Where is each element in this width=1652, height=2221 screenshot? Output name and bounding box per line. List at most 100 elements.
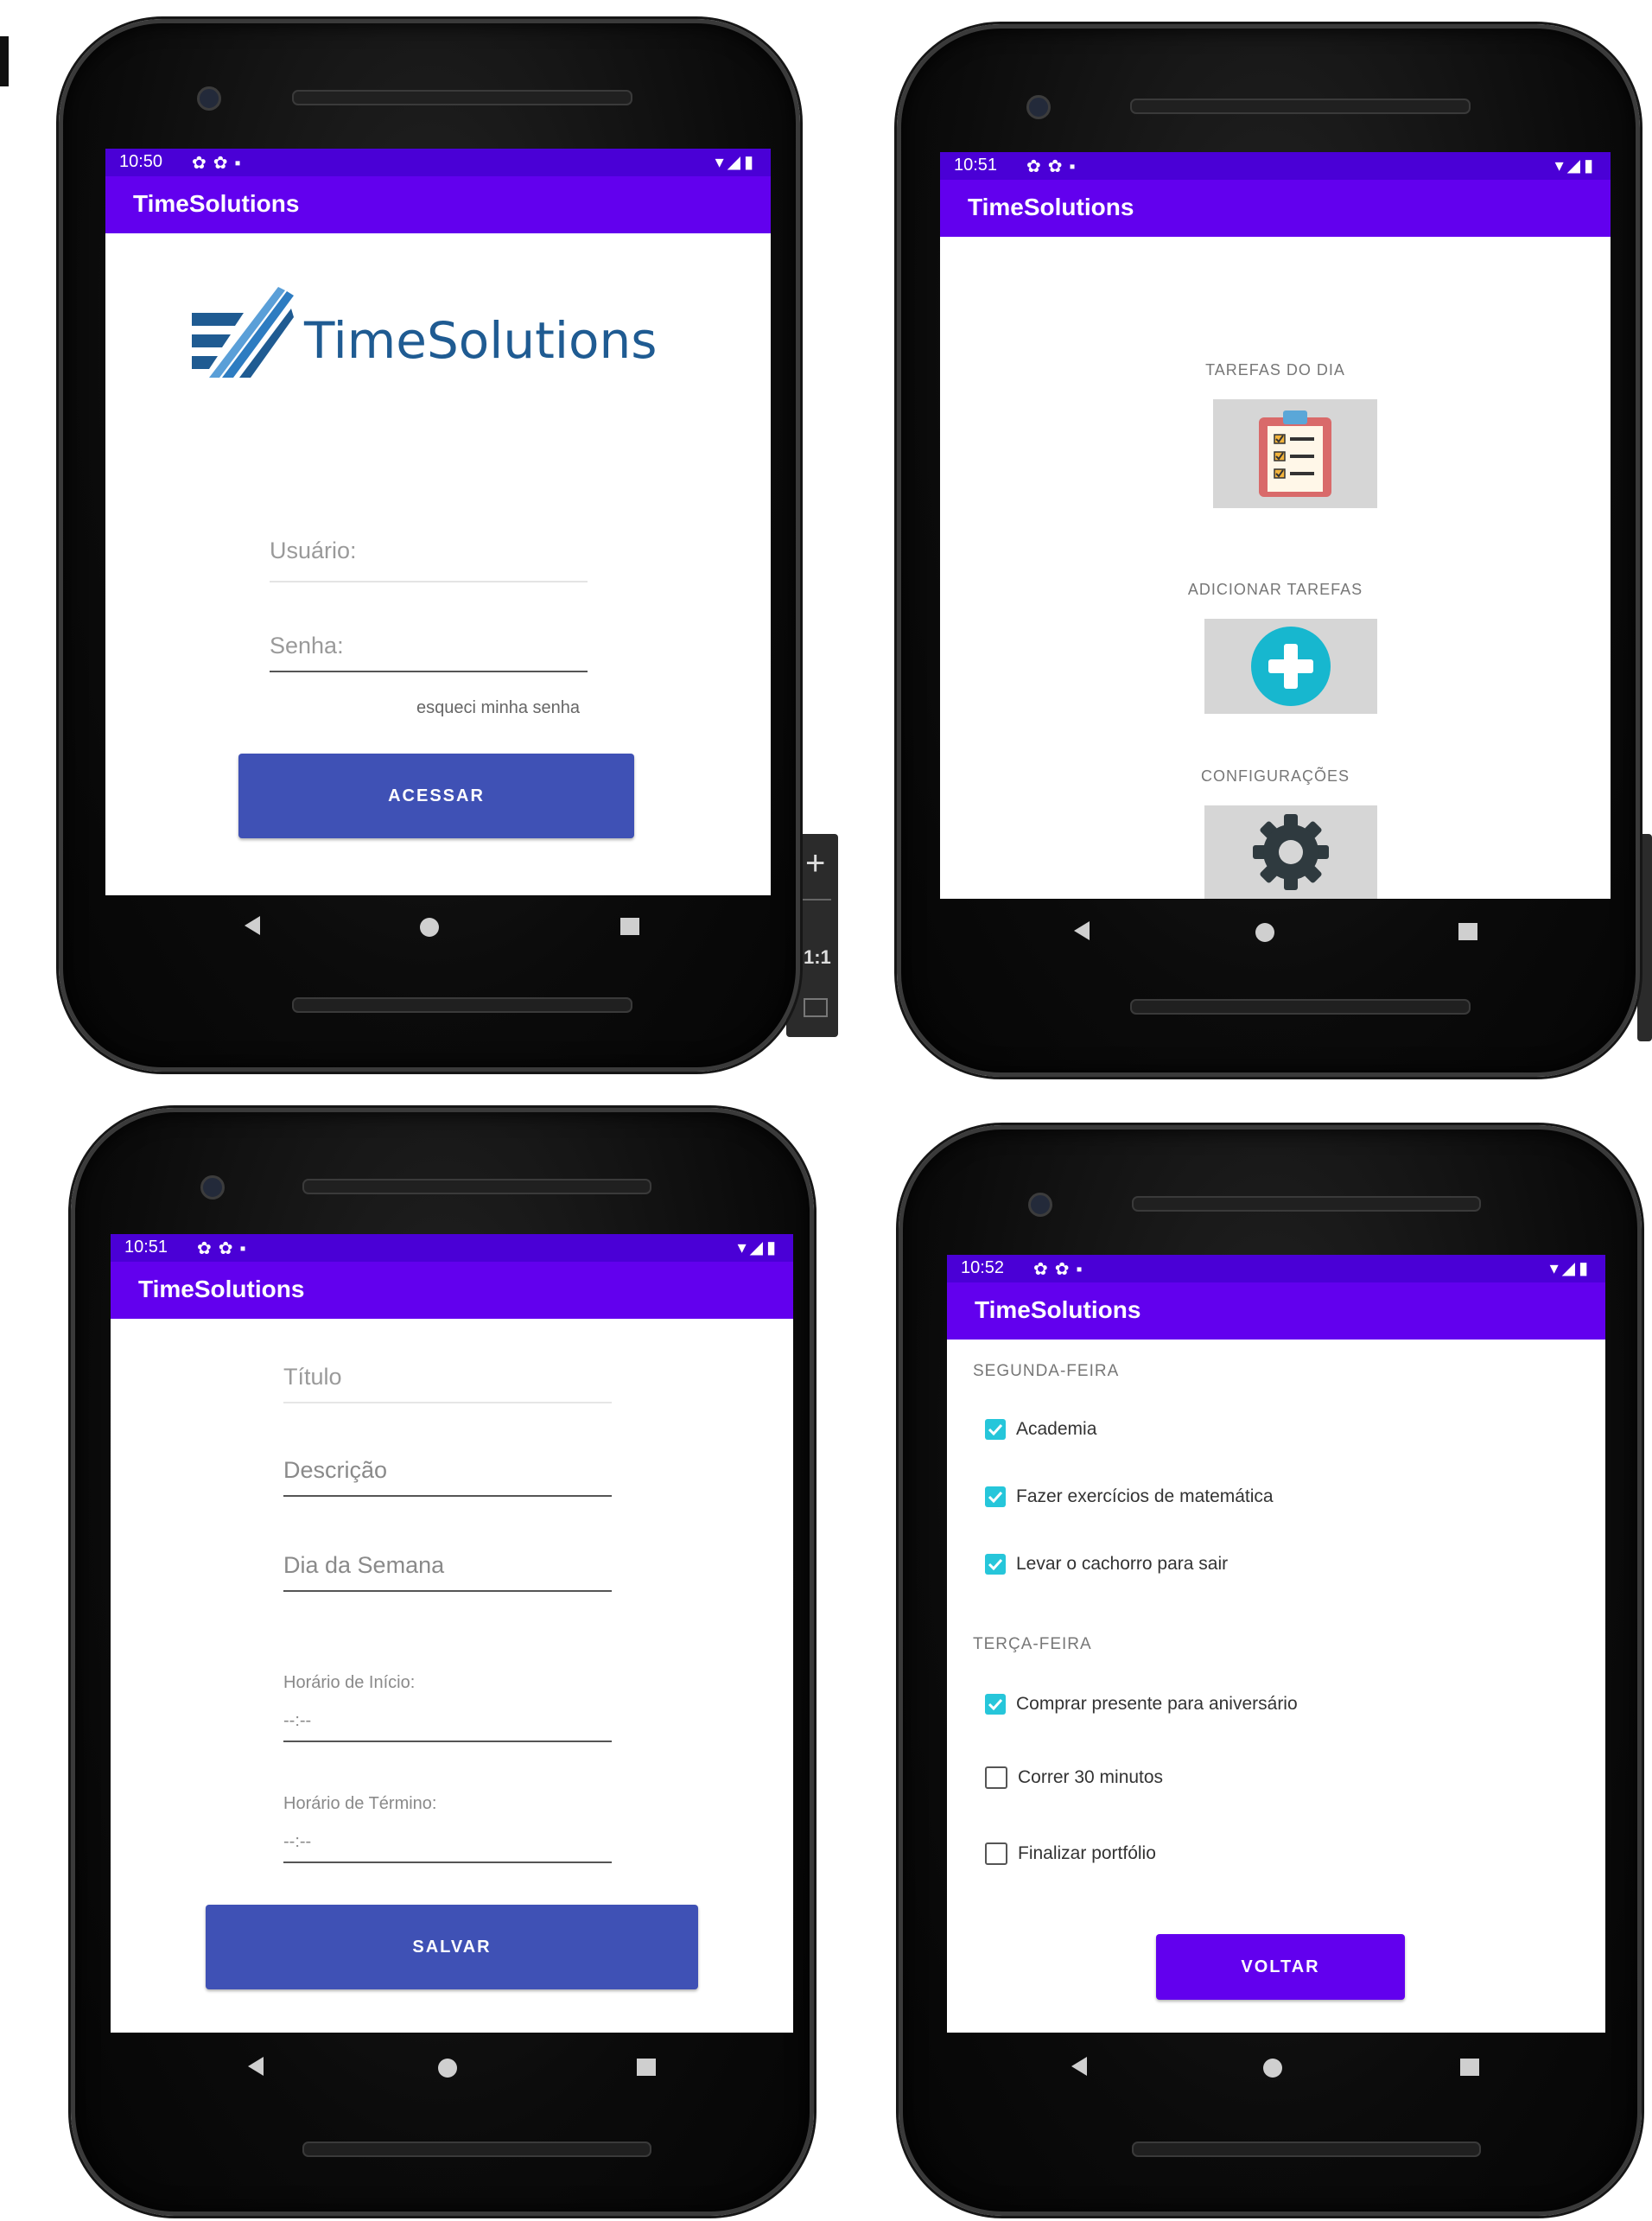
app-bar: TimeSolutions xyxy=(111,1262,793,1319)
daily-tasks-button[interactable] xyxy=(1213,399,1377,508)
task-label: Finalizar portfólio xyxy=(1018,1843,1156,1863)
task-item[interactable]: Fazer exercícios de matemática xyxy=(985,1486,1274,1507)
status-notification-icons: ✿✿▪ xyxy=(1026,157,1083,176)
screen-task-list: 10:52 ✿✿▪ ▾◢▮ TimeSolutions SEGUNDA-FEIR… xyxy=(947,1255,1605,2033)
app-title: TimeSolutions xyxy=(138,1276,305,1302)
home-nav-icon[interactable] xyxy=(1255,923,1274,942)
back-nav-icon[interactable] xyxy=(1074,921,1090,940)
app-title: TimeSolutions xyxy=(975,1296,1141,1323)
username-input[interactable]: Usuário: xyxy=(270,538,357,564)
status-bar: 10:50 ✿✿▪ ▾◢▮ xyxy=(105,149,771,176)
recent-apps-icon[interactable] xyxy=(1460,2059,1479,2076)
menu-label-settings: CONFIGURAÇÕES xyxy=(1200,767,1350,785)
description-underline xyxy=(283,1495,612,1497)
task-item[interactable]: Finalizar portfólio xyxy=(985,1842,1156,1865)
app-bar: TimeSolutions xyxy=(947,1282,1605,1340)
checkbox-checked-icon[interactable] xyxy=(985,1554,1006,1575)
task-item[interactable]: Academia xyxy=(985,1419,1096,1440)
checkbox-checked-icon[interactable] xyxy=(985,1486,1006,1507)
task-label: Fazer exercícios de matemática xyxy=(1016,1486,1274,1506)
back-nav-icon[interactable] xyxy=(245,916,260,935)
status-bar: 10:51 ✿✿▪ ▾◢▮ xyxy=(940,152,1611,180)
start-time-input[interactable]: --:-- xyxy=(283,1711,311,1731)
top-speaker xyxy=(1130,99,1471,114)
checkbox-unchecked-icon[interactable] xyxy=(985,1766,1007,1789)
phone-login: 10:50 ✿✿▪ ▾◢▮ TimeSolutions TimeSolution… xyxy=(59,19,800,1072)
task-label: Correr 30 minutos xyxy=(1018,1767,1164,1787)
toolbar-divider xyxy=(797,899,831,900)
front-camera-icon xyxy=(1028,1193,1052,1217)
checkbox-unchecked-icon[interactable] xyxy=(985,1842,1007,1865)
home-nav-icon[interactable] xyxy=(1263,2059,1282,2078)
recent-apps-icon[interactable] xyxy=(1458,923,1477,940)
section-monday: SEGUNDA-FEIRA xyxy=(973,1362,1120,1380)
start-time-label: Horário de Início: xyxy=(283,1673,416,1692)
title-input[interactable]: Título xyxy=(283,1364,342,1391)
add-tasks-button[interactable] xyxy=(1204,619,1377,714)
status-time: 10:52 xyxy=(961,1258,1005,1277)
screen-menu: 10:51 ✿✿▪ ▾◢▮ TimeSolutions TAREFAS DO D… xyxy=(940,152,1611,899)
front-camera-icon xyxy=(1026,95,1051,119)
timesolutions-logo: TimeSolutions xyxy=(183,287,684,391)
front-camera-icon xyxy=(200,1175,225,1200)
phone-task-list: 10:52 ✿✿▪ ▾◢▮ TimeSolutions SEGUNDA-FEIR… xyxy=(899,1125,1642,2216)
back-nav-icon[interactable] xyxy=(1071,2057,1087,2076)
forgot-password-link[interactable]: esqueci minha senha xyxy=(416,698,580,718)
top-speaker xyxy=(292,90,632,105)
gear-icon xyxy=(1253,814,1329,890)
bottom-speaker xyxy=(302,2141,651,2157)
start-time-underline xyxy=(283,1741,612,1742)
zoom-ratio-label[interactable]: 1:1 xyxy=(804,946,831,969)
checkbox-checked-icon[interactable] xyxy=(985,1694,1006,1715)
signal-battery-icon: ▾◢▮ xyxy=(1549,1259,1592,1278)
status-notification-icons: ✿✿▪ xyxy=(1033,1260,1090,1279)
signal-battery-icon: ▾◢▮ xyxy=(737,1238,779,1257)
signal-battery-icon: ▾◢▮ xyxy=(1554,156,1597,175)
phone-menu: 10:51 ✿✿▪ ▾◢▮ TimeSolutions TAREFAS DO D… xyxy=(897,24,1640,1077)
end-time-input[interactable]: --:-- xyxy=(283,1832,311,1852)
recent-apps-icon[interactable] xyxy=(637,2059,656,2076)
screen-add-task: 10:51 ✿✿▪ ▾◢▮ TimeSolutions Título Descr… xyxy=(111,1234,793,2033)
front-camera-icon xyxy=(197,86,221,111)
app-bar: TimeSolutions xyxy=(105,176,771,233)
app-bar: TimeSolutions xyxy=(940,180,1611,237)
app-title: TimeSolutions xyxy=(968,194,1134,220)
home-nav-icon[interactable] xyxy=(438,2059,457,2078)
zoom-in-icon[interactable]: + xyxy=(805,844,825,883)
access-button[interactable]: ACESSAR xyxy=(238,754,634,838)
screen-login: 10:50 ✿✿▪ ▾◢▮ TimeSolutions TimeSolution… xyxy=(105,149,771,895)
status-time: 10:51 xyxy=(954,156,998,175)
task-item[interactable]: Correr 30 minutos xyxy=(985,1766,1163,1789)
section-tuesday: TERÇA-FEIRA xyxy=(973,1635,1092,1653)
password-underline xyxy=(270,671,588,672)
menu-label-add-tasks: ADICIONAR TAREFAS xyxy=(1187,581,1363,598)
bottom-speaker xyxy=(292,997,632,1013)
save-button[interactable]: SALVAR xyxy=(206,1905,698,1989)
bottom-speaker xyxy=(1130,999,1471,1015)
android-nav-bar xyxy=(71,2033,814,2110)
status-time: 10:51 xyxy=(124,1238,168,1257)
task-label: Academia xyxy=(1016,1419,1097,1439)
checkbox-checked-icon[interactable] xyxy=(985,1419,1006,1440)
screenshot-icon[interactable] xyxy=(804,998,828,1017)
back-button[interactable]: VOLTAR xyxy=(1156,1934,1405,2000)
menu-label-daily-tasks: TAREFAS DO DIA xyxy=(1205,361,1345,379)
description-input[interactable]: Descrição xyxy=(283,1457,387,1484)
clipboard-checklist-icon xyxy=(1259,410,1331,497)
status-notification-icons: ✿✿▪ xyxy=(197,1239,253,1258)
end-time-underline xyxy=(283,1861,612,1863)
task-label: Comprar presente para aniversário xyxy=(1016,1694,1298,1714)
task-item[interactable]: Comprar presente para aniversário xyxy=(985,1694,1298,1715)
status-time: 10:50 xyxy=(119,152,163,171)
username-underline xyxy=(270,581,588,582)
logo-mark-icon xyxy=(192,287,294,378)
phone-add-task: 10:51 ✿✿▪ ▾◢▮ TimeSolutions Título Descr… xyxy=(71,1108,814,2216)
settings-button[interactable] xyxy=(1204,805,1377,899)
recent-apps-icon[interactable] xyxy=(620,918,639,935)
status-notification-icons: ✿✿▪ xyxy=(192,154,248,173)
home-nav-icon[interactable] xyxy=(420,918,439,937)
back-nav-icon[interactable] xyxy=(248,2057,264,2076)
task-item[interactable]: Levar o cachorro para sair xyxy=(985,1554,1228,1575)
weekday-input[interactable]: Dia da Semana xyxy=(283,1552,444,1579)
password-input[interactable]: Senha: xyxy=(270,633,344,659)
